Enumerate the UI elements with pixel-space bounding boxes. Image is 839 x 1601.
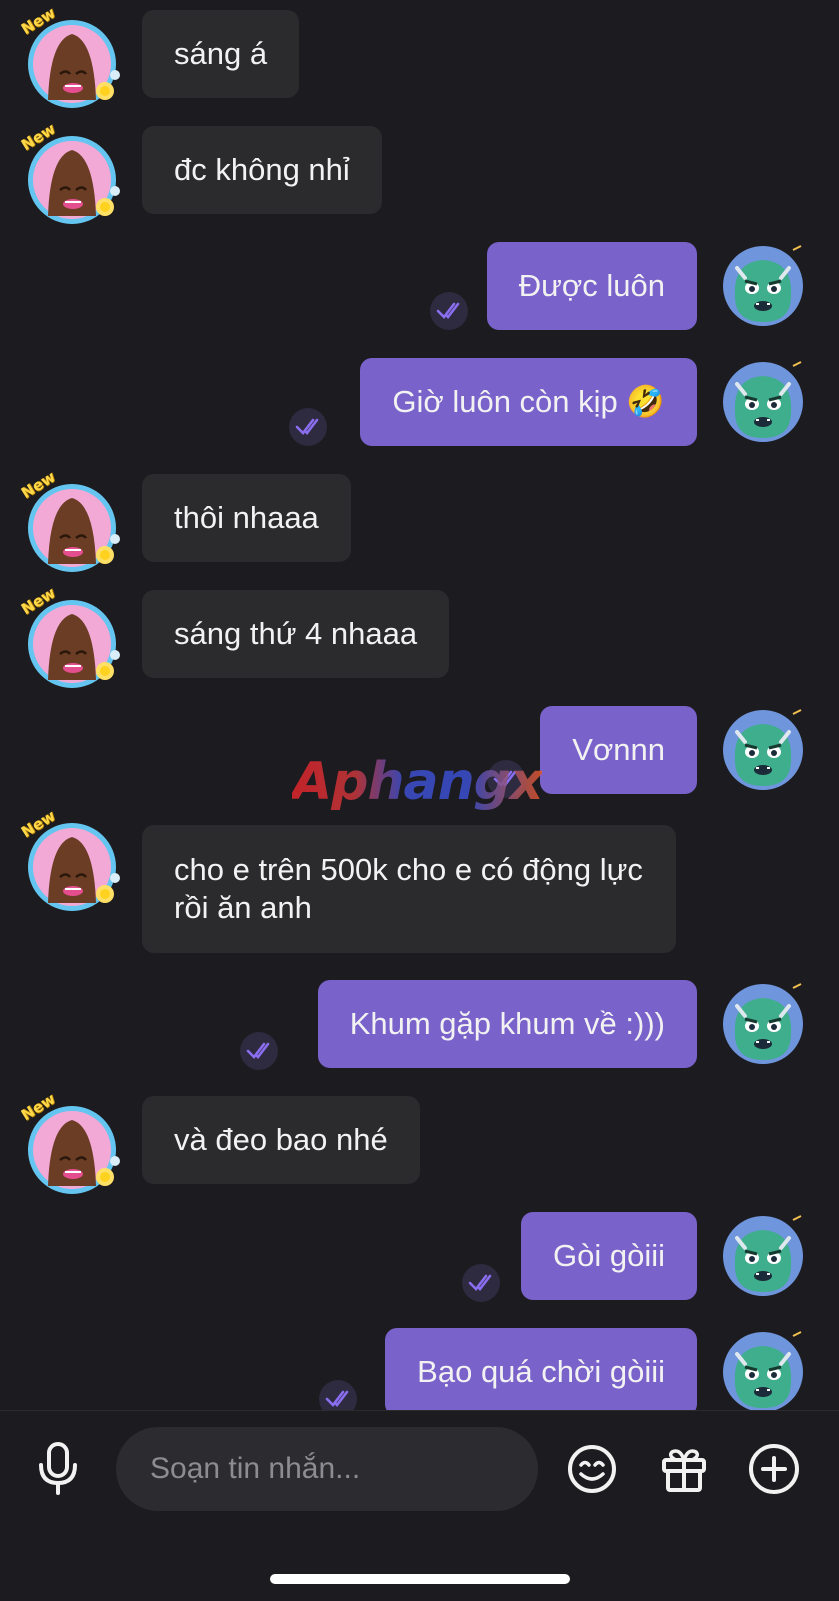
message-bubble[interactable]: thôi nhaaa (142, 474, 351, 562)
my-avatar[interactable] (721, 244, 803, 326)
message-outgoing: Khum gặp khum về :))) (0, 980, 839, 1070)
read-receipt-icon (430, 292, 468, 330)
message-bubble[interactable]: sáng thứ 4 nhaaa (142, 590, 450, 678)
contact-avatar[interactable]: New (18, 468, 120, 572)
message-outgoing: Bạo quá chời gòiii (0, 1328, 839, 1410)
contact-avatar[interactable]: New (18, 807, 120, 911)
message-incoming: New sáng thứ 4 nhaaa (0, 584, 839, 688)
message-bubble[interactable]: và đeo bao nhé (142, 1096, 420, 1184)
watermark-logo: Aphangx (292, 752, 543, 812)
contact-avatar[interactable]: New (18, 1090, 120, 1194)
message-incoming: New thôi nhaaa (0, 468, 839, 572)
chat-message-list[interactable]: New sáng á New đc không nhỉ Được luôn Gi… (0, 0, 839, 1410)
my-avatar[interactable] (721, 360, 803, 442)
message-text: thôi nhaaa (174, 500, 319, 535)
message-bubble[interactable]: đc không nhỉ (142, 126, 382, 214)
message-outgoing: Được luôn (0, 242, 839, 332)
gift-icon[interactable] (656, 1441, 712, 1497)
message-text: Khum gặp khum về :))) (349, 1006, 665, 1041)
message-outgoing: Giờ luôn còn kịp 🤣 (0, 358, 839, 448)
contact-avatar[interactable]: New (18, 584, 120, 688)
my-avatar[interactable] (721, 708, 803, 790)
message-text: cho e trên 500k cho e có động lực rồi ăn… (174, 852, 643, 925)
message-text: và đeo bao nhé (174, 1122, 388, 1157)
message-bubble[interactable]: Gòi gòiii (521, 1212, 697, 1300)
message-text: đc không nhỉ (174, 152, 350, 187)
message-bubble[interactable]: sáng á (142, 10, 300, 98)
home-indicator[interactable] (270, 1574, 570, 1584)
read-receipt-icon (240, 1032, 278, 1070)
message-incoming: New cho e trên 500k cho e có động lực rồ… (0, 807, 839, 955)
message-bubble[interactable]: Bạo quá chời gòiii (385, 1328, 697, 1410)
message-bubble[interactable]: Được luôn (486, 242, 697, 330)
message-bubble[interactable]: Khum gặp khum về :))) (317, 980, 697, 1068)
message-text: Bạo quá chời gòiii (417, 1354, 665, 1389)
message-bubble[interactable]: Giờ luôn còn kịp 🤣 (360, 358, 697, 446)
message-incoming: New đc không nhỉ (0, 120, 839, 224)
message-text: sáng thứ 4 nhaaa (174, 616, 418, 651)
emoji-icon[interactable] (564, 1441, 620, 1497)
message-text: Gòi gòiii (553, 1238, 665, 1273)
read-receipt-icon (462, 1264, 500, 1302)
message-composer (0, 1410, 839, 1601)
my-avatar[interactable] (721, 982, 803, 1064)
my-avatar[interactable] (721, 1214, 803, 1296)
my-avatar[interactable] (721, 1330, 803, 1410)
message-text: Được luôn (518, 268, 665, 303)
message-outgoing: Gòi gòiii (0, 1212, 839, 1302)
message-input[interactable] (148, 1451, 506, 1487)
message-bubble[interactable]: Vơnnn (540, 706, 697, 794)
message-incoming: New sáng á (0, 4, 839, 108)
message-text: Vơnnn (572, 732, 665, 767)
message-text: sáng á (174, 36, 268, 71)
contact-avatar[interactable]: New (18, 120, 120, 224)
contact-avatar[interactable]: New (18, 4, 120, 108)
read-receipt-icon (319, 1380, 357, 1410)
message-bubble[interactable]: cho e trên 500k cho e có động lực rồi ăn… (142, 825, 676, 953)
add-circle-icon[interactable] (746, 1441, 802, 1497)
message-input-wrapper[interactable] (116, 1427, 538, 1511)
microphone-icon[interactable] (30, 1441, 86, 1497)
read-receipt-icon (289, 408, 327, 446)
message-incoming: New và đeo bao nhé (0, 1090, 839, 1194)
message-text: Giờ luôn còn kịp 🤣 (392, 384, 665, 419)
